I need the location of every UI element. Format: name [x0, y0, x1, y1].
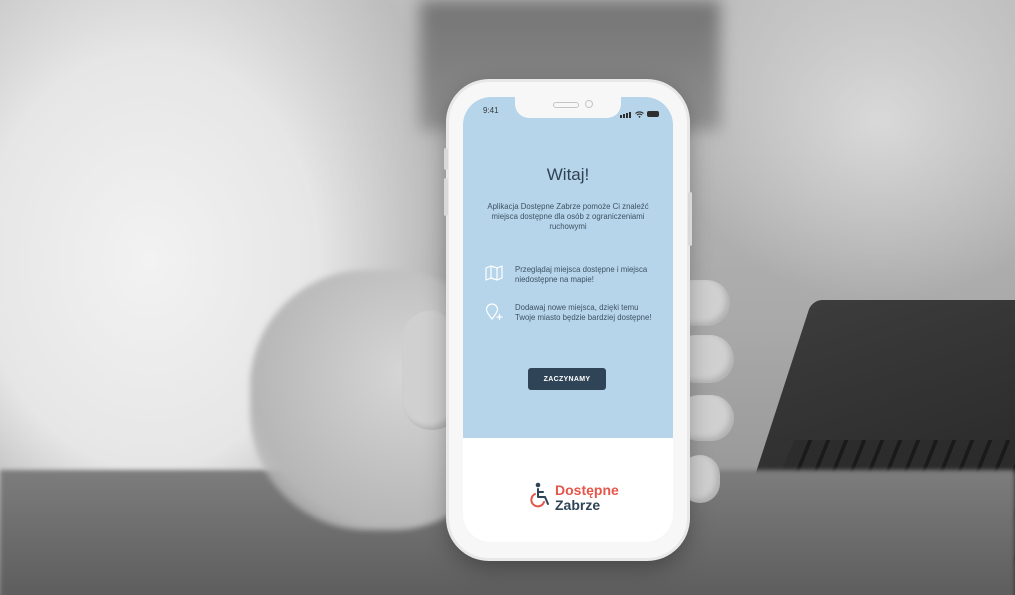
welcome-intro: Aplikacja Dostępne Zabrze pomoże Ci znal… — [487, 202, 649, 231]
camera-icon — [585, 100, 593, 108]
feature-text-map: Przeglądaj miejsca dostępne i miejsca ni… — [515, 265, 648, 284]
speaker-icon — [553, 102, 579, 108]
phone-screen: 9:41 Witaj! Aplikacja Dostępne Zabrze po… — [463, 97, 673, 542]
phone-mockup: 9:41 Witaj! Aplikacja Dostępne Zabrze po… — [444, 82, 692, 558]
logo-text-line1: Dostępne — [555, 481, 619, 498]
start-button[interactable]: ZACZYNAMY — [528, 368, 606, 390]
phone-notch — [515, 97, 621, 118]
feature-text-add-place: Dodawaj nowe miejsca, dzięki temu Twoje … — [515, 303, 652, 322]
add-location-icon — [485, 303, 503, 321]
wheelchair-icon — [529, 482, 553, 513]
phone-side-button — [444, 178, 448, 216]
status-time: 9:41 — [483, 106, 499, 115]
status-icons — [620, 105, 659, 123]
signal-icon — [620, 105, 632, 123]
battery-icon — [647, 111, 659, 117]
welcome-title: Witaj! — [546, 165, 590, 184]
map-icon — [485, 265, 503, 281]
logo-text: Dostępne Zabrze — [555, 481, 619, 513]
logo-text-line2: Zabrze — [555, 496, 601, 513]
wifi-icon — [635, 110, 644, 118]
welcome-panel: 9:41 Witaj! Aplikacja Dostępne Zabrze po… — [463, 97, 673, 438]
feature-item-add-place: Dodawaj nowe miejsca, dzięki temu Twoje … — [485, 303, 660, 323]
phone-side-button — [444, 148, 448, 170]
phone-side-button — [688, 192, 692, 246]
app-logo: Dostępne Zabrze — [529, 482, 619, 513]
feature-item-map: Przeglądaj miejsca dostępne i miejsca ni… — [485, 265, 660, 285]
